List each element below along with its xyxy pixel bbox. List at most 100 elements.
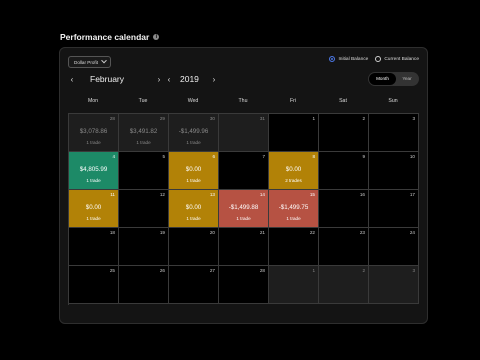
radio-current-label: Current Balance <box>384 56 419 62</box>
calendar-day-cell[interactable]: 9 <box>319 152 369 190</box>
day-number: 13 <box>209 192 215 197</box>
day-number: 16 <box>359 192 365 197</box>
calendar-day-cell[interactable]: 26 <box>119 266 169 304</box>
calendar-day-cell[interactable]: 1 <box>269 266 319 304</box>
calendar-day-cell[interactable]: 21 <box>219 228 269 266</box>
calendar-day-cell[interactable]: 23 <box>319 228 369 266</box>
day-number: 3 <box>412 116 415 121</box>
day-profit-value: -$1,499.96 <box>178 128 209 135</box>
calendar-day-cell[interactable]: 27 <box>169 266 219 304</box>
calendar-day-cell[interactable]: 28 <box>219 266 269 304</box>
day-number: 11 <box>110 192 115 197</box>
day-number: 3 <box>412 268 415 273</box>
calendar-day-cell[interactable]: 14 -$1,499.88 1 trade <box>219 190 269 228</box>
day-profit-value: $0.00 <box>85 204 102 211</box>
weekday-label: Sat <box>339 98 347 104</box>
day-trade-count: 1 trade <box>86 216 101 221</box>
calendar-day-cell[interactable]: 20 <box>169 228 219 266</box>
calendar-day-cell[interactable]: 28 $3,078.86 1 trade <box>69 114 119 152</box>
calendar-day-cell[interactable]: 29 $3,491.82 1 trade <box>119 114 169 152</box>
year-label: 2019 <box>180 74 199 84</box>
balance-radio-group: Initial Balance Current Balance <box>329 56 419 62</box>
calendar-day-cell[interactable]: 15 -$1,499.75 1 trade <box>269 190 319 228</box>
radio-initial-label: Initial Balance <box>338 56 369 62</box>
day-number: 23 <box>359 230 365 235</box>
radio-current-balance[interactable]: Current Balance <box>375 56 419 62</box>
day-number: 10 <box>409 154 415 159</box>
metric-dropdown-label: Dollar Profit <box>74 59 98 65</box>
next-month-button[interactable]: › <box>155 75 163 84</box>
day-number: 21 <box>259 230 265 235</box>
day-number: 4 <box>112 154 115 159</box>
prev-year-button[interactable]: ‹ <box>165 75 173 84</box>
info-icon[interactable]: i <box>153 34 160 40</box>
day-number: 1 <box>312 116 315 121</box>
weekday-label: Thu <box>238 98 248 104</box>
calendar-day-cell[interactable]: 4 $4,805.99 1 trade <box>69 152 119 190</box>
weekday-label: Mon <box>87 98 99 104</box>
calendar-grid: 28 $3,078.86 1 trade 29 $3,491.82 1 trade 30 -$… <box>68 113 419 305</box>
calendar-day-cell[interactable]: 5 <box>119 152 169 190</box>
calendar-day-cell[interactable]: 1 <box>269 114 319 152</box>
month-label: February <box>90 74 125 84</box>
day-number: 26 <box>159 268 165 273</box>
calendar-day-cell[interactable]: 24 <box>369 228 419 266</box>
calendar-day-cell[interactable]: 13 $0.00 1 trade <box>169 190 219 228</box>
calendar-day-cell[interactable]: 7 <box>219 152 269 190</box>
page-header: Performance calendar i <box>60 30 160 44</box>
day-number: 24 <box>409 230 415 235</box>
day-number: 20 <box>209 230 215 235</box>
day-trade-count: 1 trade <box>186 216 201 221</box>
day-number: 2 <box>362 116 365 121</box>
day-number: 17 <box>409 192 415 197</box>
weekday-label: Wed <box>187 98 199 104</box>
day-number: 28 <box>259 268 265 273</box>
calendar-day-cell[interactable]: 12 <box>119 190 169 228</box>
calendar-day-cell[interactable]: 2 <box>319 266 369 304</box>
day-trade-count: 1 trade <box>86 140 101 145</box>
calendar-day-cell[interactable]: 30 -$1,499.96 1 trade <box>169 114 219 152</box>
radio-selected-icon <box>329 56 336 62</box>
calendar-day-cell[interactable]: 3 <box>369 266 419 304</box>
day-trade-count: 1 trade <box>286 216 301 221</box>
day-number: 7 <box>262 154 265 159</box>
day-profit-value: -$1,499.75 <box>278 204 309 211</box>
calendar-day-cell[interactable]: 16 <box>319 190 369 228</box>
calendar-day-cell[interactable]: 19 <box>119 228 169 266</box>
day-trade-count: 1 trade <box>136 140 151 145</box>
view-year-button[interactable]: Year <box>396 73 418 85</box>
day-number: 12 <box>159 192 165 197</box>
calendar-day-cell[interactable]: 18 <box>69 228 119 266</box>
metric-dropdown[interactable]: Dollar Profit <box>68 56 111 68</box>
page-title: Performance calendar <box>60 32 150 42</box>
day-profit-value: $0.00 <box>185 204 202 211</box>
prev-month-button[interactable]: ‹ <box>68 75 76 84</box>
day-profit-value: -$1,499.88 <box>228 204 259 211</box>
day-number: 18 <box>109 230 115 235</box>
calendar-day-cell[interactable]: 8 $0.00 2 trades <box>269 152 319 190</box>
calendar-day-cell[interactable]: 10 <box>369 152 419 190</box>
day-profit-value: $3,078.86 <box>79 128 108 135</box>
calendar-day-cell[interactable]: 31 <box>219 114 269 152</box>
day-number: 31 <box>259 116 265 121</box>
day-number: 1 <box>312 268 315 273</box>
calendar-day-cell[interactable]: 11 $0.00 1 trade <box>69 190 119 228</box>
calendar-day-cell[interactable]: 2 <box>319 114 369 152</box>
day-number: 15 <box>309 192 315 197</box>
day-profit-value: $0.00 <box>185 166 202 173</box>
calendar-day-cell[interactable]: 25 <box>69 266 119 304</box>
calendar-day-cell[interactable]: 17 <box>369 190 419 228</box>
day-number: 29 <box>159 116 165 121</box>
day-profit-value: $0.00 <box>285 166 302 173</box>
calendar-day-cell[interactable]: 3 <box>369 114 419 152</box>
radio-initial-balance[interactable]: Initial Balance <box>329 56 368 62</box>
next-year-button[interactable]: › <box>210 75 218 84</box>
day-number: 2 <box>362 268 365 273</box>
calendar-day-cell[interactable]: 6 $0.00 1 trade <box>169 152 219 190</box>
day-number: 9 <box>362 154 365 159</box>
day-trade-count: 1 trade <box>86 178 101 183</box>
calendar-day-cell[interactable]: 22 <box>269 228 319 266</box>
day-trade-count: 1 trade <box>186 140 201 145</box>
day-number: 27 <box>209 268 215 273</box>
view-month-button[interactable]: Month <box>369 73 396 85</box>
